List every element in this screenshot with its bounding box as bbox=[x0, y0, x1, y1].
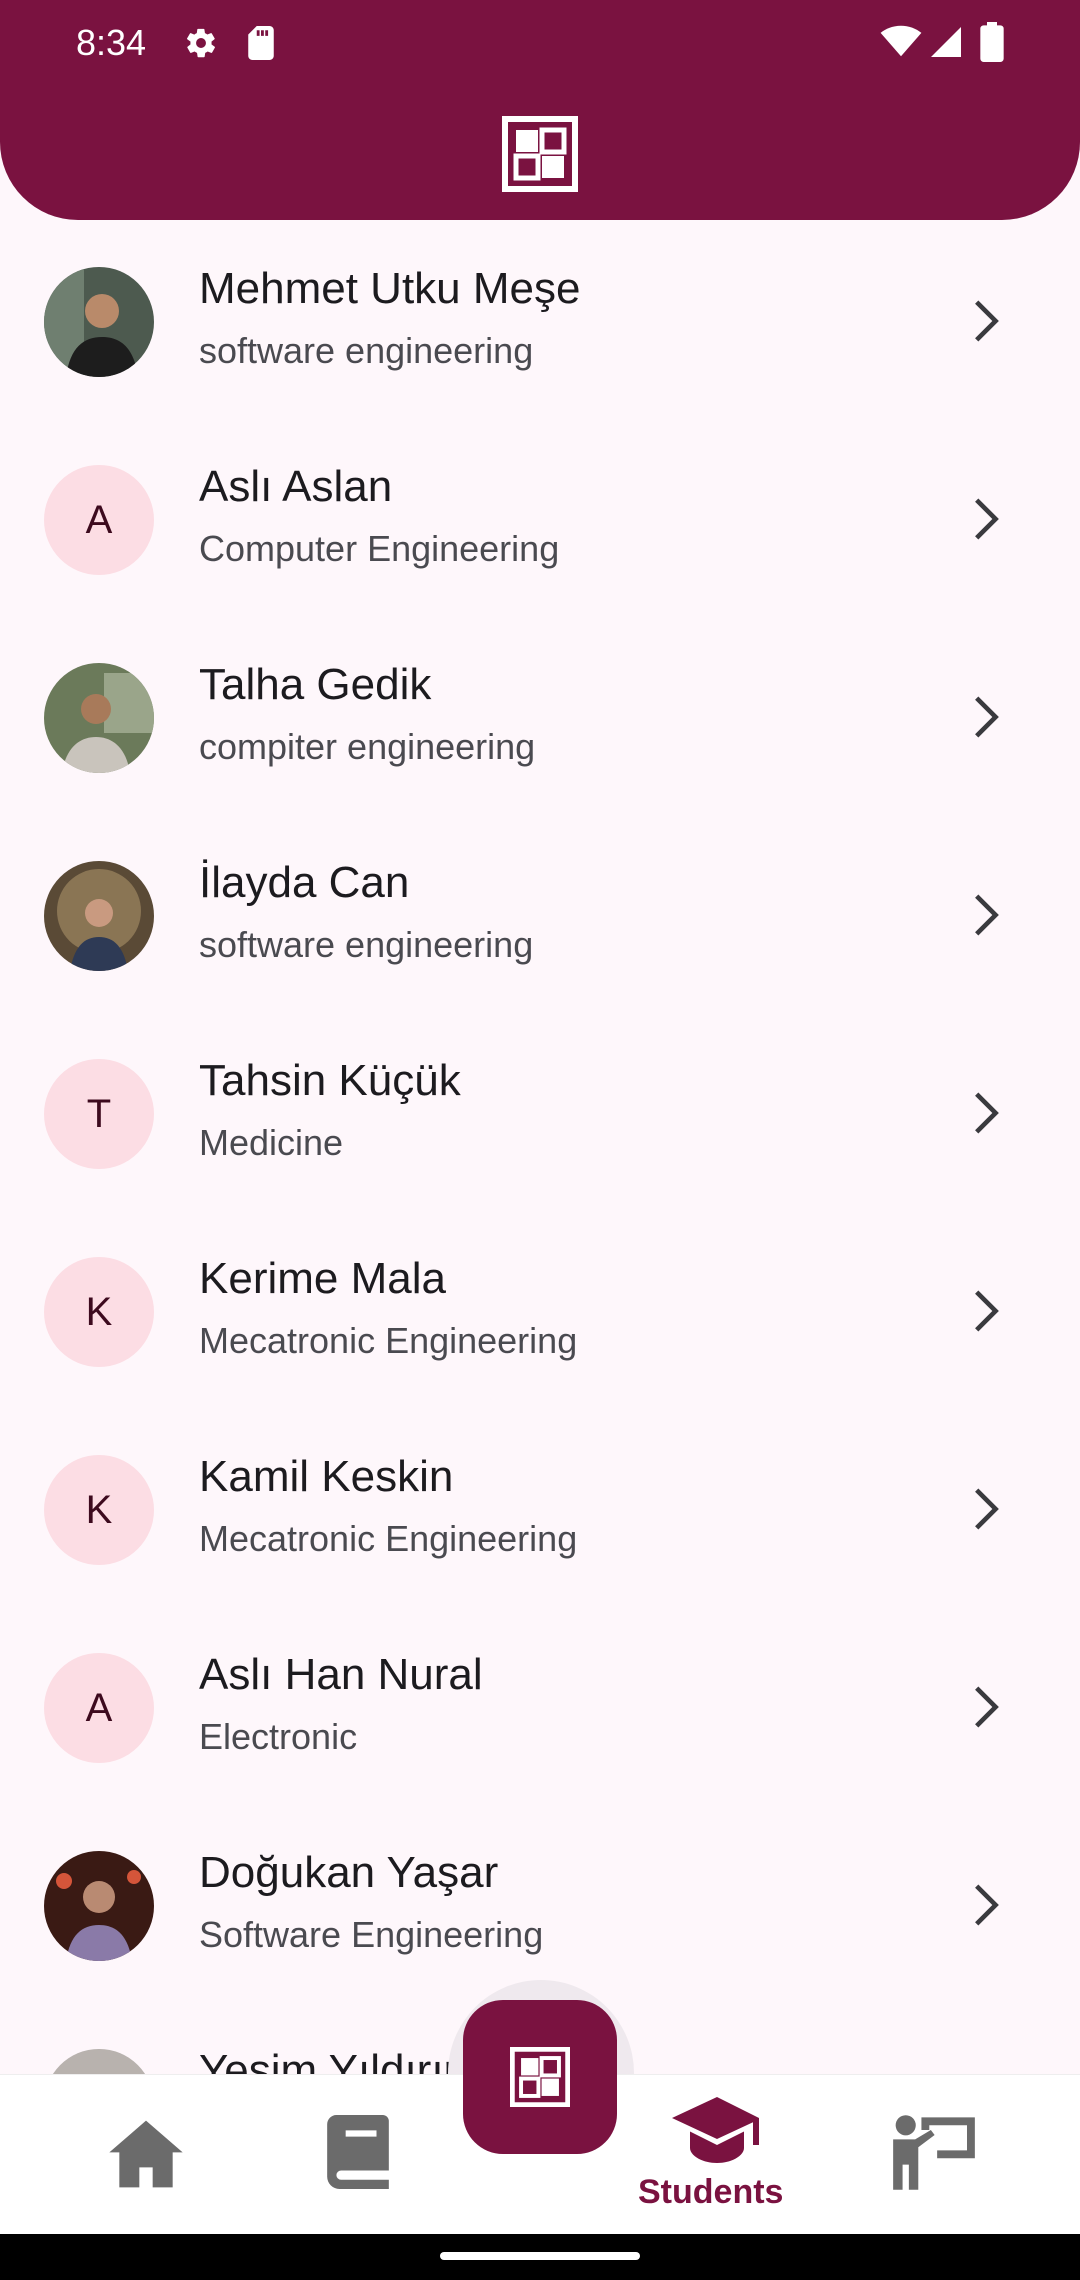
system-gesture-bar bbox=[0, 2234, 1080, 2280]
student-name: Aslı Han Nural bbox=[199, 1650, 483, 1699]
student-row[interactable]: Talha Gedik compiter engineering bbox=[0, 618, 1080, 816]
student-row[interactable]: A Aslı Aslan Computer Engineering bbox=[0, 420, 1080, 618]
student-department: Electronic bbox=[199, 1716, 358, 1757]
student-department: Mecatronic Engineering bbox=[199, 1320, 578, 1361]
student-row[interactable]: İlayda Can software engineering bbox=[0, 816, 1080, 1014]
student-row[interactable]: K Kamil Keskin Mecatronic Engineering bbox=[0, 1410, 1080, 1608]
student-row[interactable]: K Kerime Mala Mecatronic Engineering bbox=[0, 1212, 1080, 1410]
student-name: Kerime Mala bbox=[199, 1254, 446, 1303]
student-row[interactable]: Mehmet Utku Meşe software engineering bbox=[0, 222, 1080, 420]
student-avatar-photo bbox=[44, 1851, 154, 1961]
student-avatar-initial: A bbox=[44, 1653, 154, 1763]
student-avatar-photo bbox=[44, 2049, 154, 2074]
student-name: Yeşim Yıldırım bbox=[199, 2046, 481, 2074]
chevron-right-icon bbox=[975, 498, 999, 540]
nav-books[interactable] bbox=[285, 2075, 435, 2235]
student-avatar-initial: A bbox=[44, 465, 154, 575]
student-avatar-photo bbox=[44, 861, 154, 971]
status-time: 8:34 bbox=[76, 22, 147, 63]
app-header: 8:34 bbox=[0, 0, 1080, 220]
chevron-right-icon bbox=[975, 1290, 999, 1332]
student-department: Software Engineering bbox=[199, 1914, 544, 1955]
home-icon bbox=[109, 2120, 183, 2188]
student-department: software engineering bbox=[199, 924, 534, 965]
student-name: Mehmet Utku Meşe bbox=[199, 264, 581, 313]
chevron-right-icon bbox=[975, 696, 999, 738]
fab-center-button[interactable] bbox=[463, 2000, 617, 2154]
student-name: Talha Gedik bbox=[199, 660, 432, 709]
student-name: İlayda Can bbox=[199, 858, 410, 907]
gesture-handle[interactable] bbox=[440, 2252, 640, 2260]
chevron-right-icon bbox=[975, 1092, 999, 1134]
student-name: Kamil Keskin bbox=[199, 1452, 454, 1501]
nav-home[interactable] bbox=[70, 2075, 220, 2235]
chevron-right-icon bbox=[975, 894, 999, 936]
nav-students[interactable]: Students bbox=[620, 2075, 820, 2235]
student-avatar-initial: T bbox=[44, 1059, 154, 1169]
student-department: Medicine bbox=[199, 1122, 344, 1163]
student-department: Computer Engineering bbox=[199, 528, 560, 569]
chevron-right-icon bbox=[975, 300, 999, 342]
nav-teachers[interactable] bbox=[860, 2075, 1010, 2235]
student-avatar-initial: K bbox=[44, 1257, 154, 1367]
student-avatar-initial: K bbox=[44, 1455, 154, 1565]
student-row[interactable]: Doğukan Yaşar Software Engineering bbox=[0, 1806, 1080, 2004]
graduation-cap-icon bbox=[672, 2097, 759, 2163]
student-name: Aslı Aslan bbox=[199, 462, 393, 511]
student-department: compiter engineering bbox=[199, 726, 536, 767]
battery-icon bbox=[980, 22, 1004, 62]
chevron-right-icon bbox=[975, 1884, 999, 1926]
chevron-right-icon bbox=[975, 1488, 999, 1530]
student-name: Tahsin Küçük bbox=[199, 1056, 461, 1105]
nav-label-students: Students bbox=[638, 2173, 784, 2211]
sd-card-icon bbox=[248, 26, 274, 60]
settings-gear-icon bbox=[187, 28, 215, 58]
student-department: Mecatronic Engineering bbox=[199, 1518, 578, 1559]
student-row[interactable]: T Tahsin Küçük Medicine bbox=[0, 1014, 1080, 1212]
wifi-icon bbox=[880, 25, 922, 57]
cell-signal-icon bbox=[931, 27, 961, 57]
student-department: software engineering bbox=[199, 330, 534, 371]
student-row[interactable]: A Aslı Han Nural Electronic bbox=[0, 1608, 1080, 1806]
book-icon bbox=[327, 2115, 389, 2189]
app-logo-icon bbox=[510, 2047, 570, 2107]
chevron-right-icon bbox=[975, 1686, 999, 1728]
student-list: Mehmet Utku Meşe software engineering A … bbox=[0, 222, 1080, 2074]
app-logo-icon bbox=[502, 116, 578, 192]
student-avatar-photo bbox=[44, 663, 154, 773]
student-avatar-photo bbox=[44, 267, 154, 377]
student-name: Doğukan Yaşar bbox=[199, 1848, 499, 1897]
teacher-icon bbox=[893, 2115, 975, 2190]
